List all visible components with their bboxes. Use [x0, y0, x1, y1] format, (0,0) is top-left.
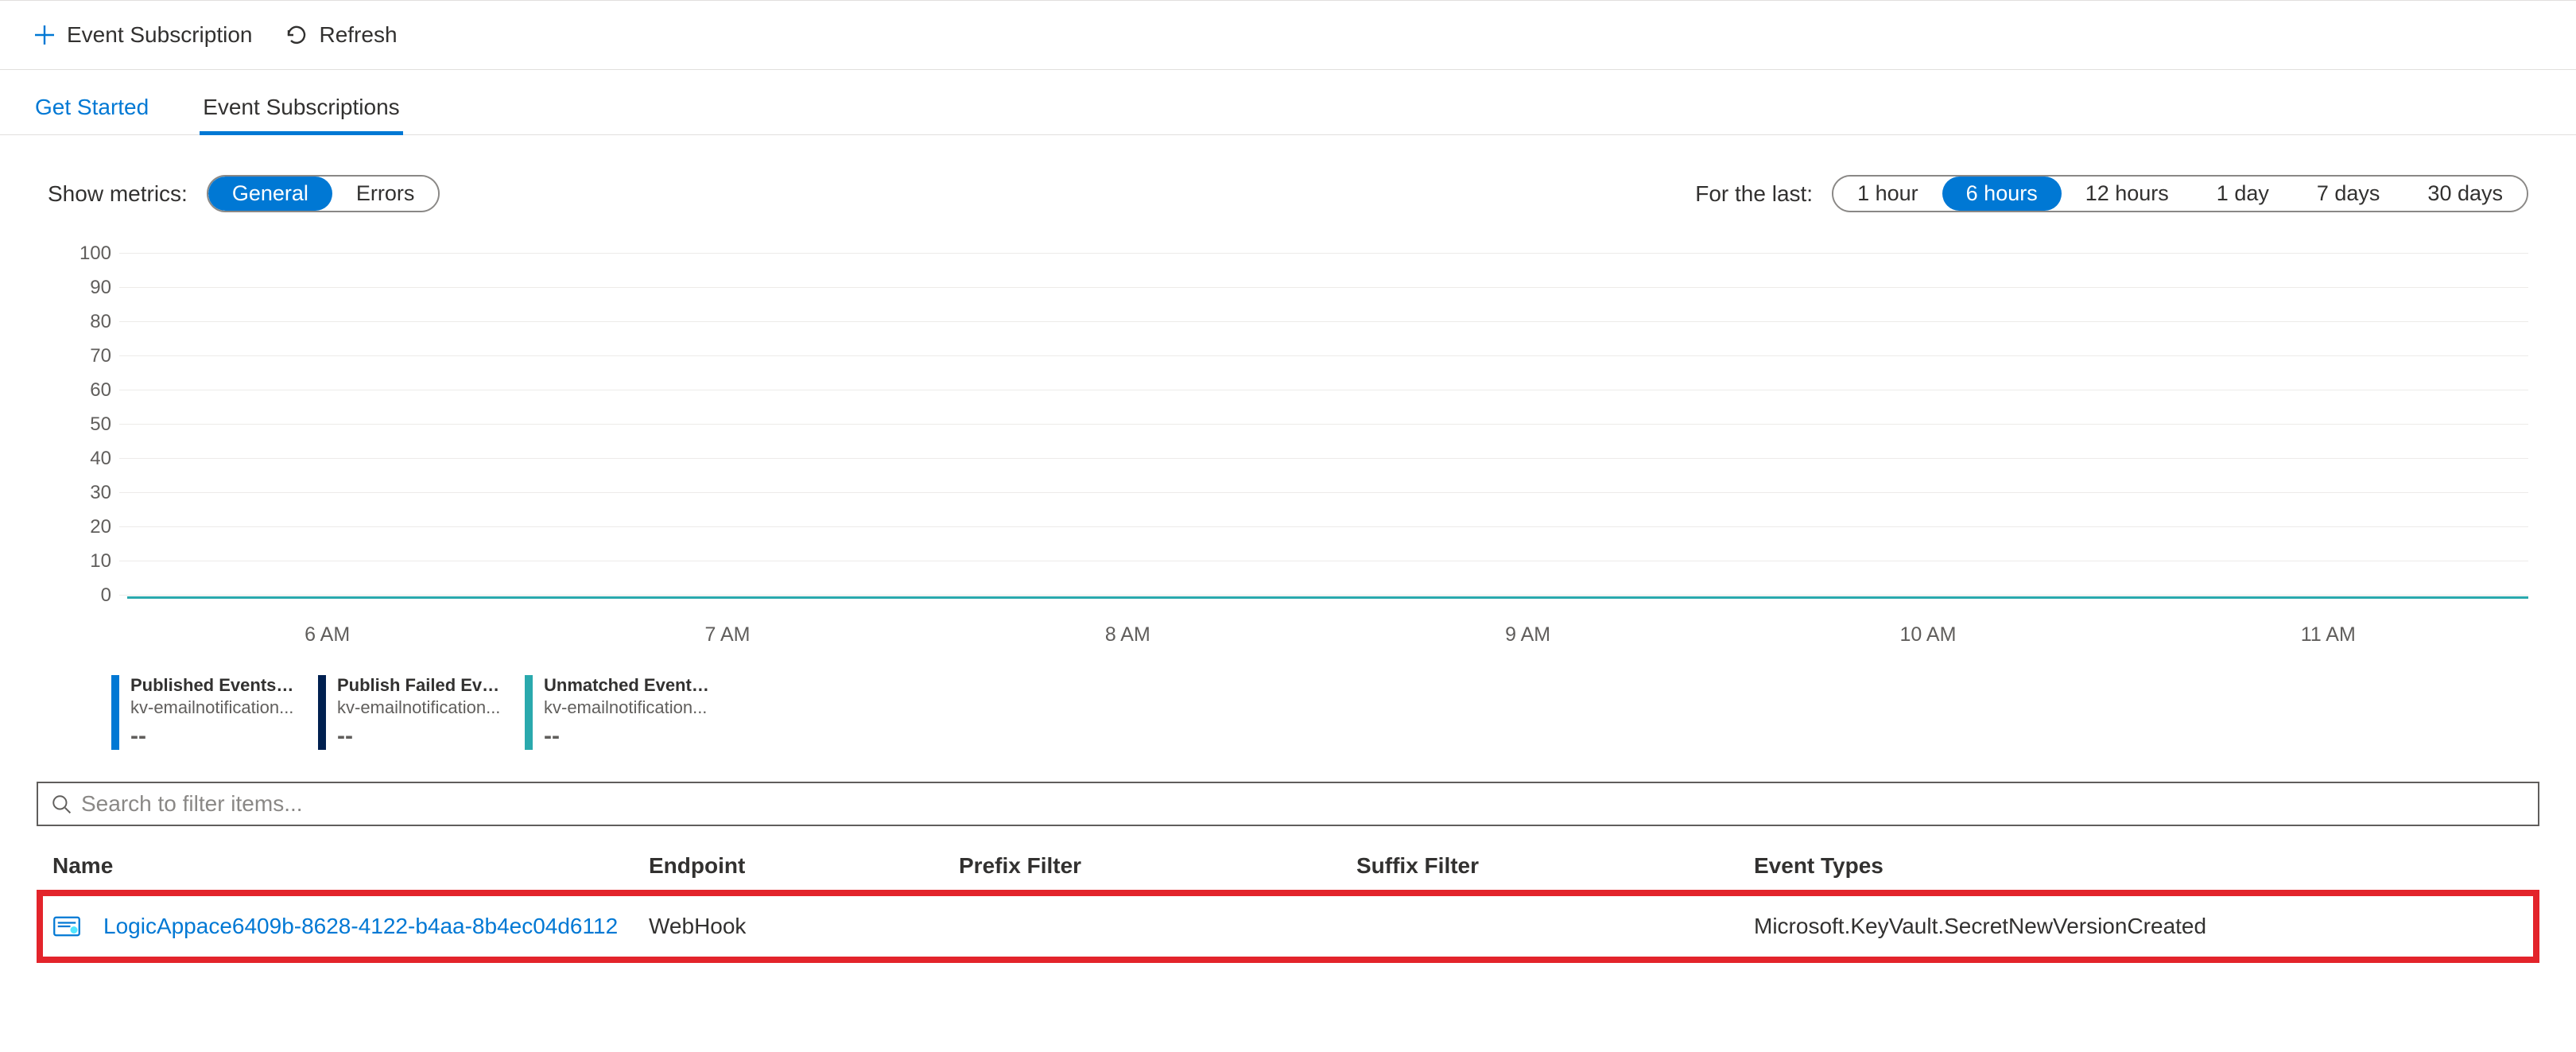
legend-title: Unmatched Events (Sum)	[544, 675, 711, 696]
y-tick: 0	[72, 584, 119, 607]
y-tick: 60	[72, 379, 119, 402]
search-input[interactable]	[81, 791, 2525, 817]
event-subscription-button[interactable]: Event Subscription	[32, 22, 252, 48]
legend-color-bar	[318, 675, 326, 750]
grid-line	[119, 253, 2528, 254]
chart-grid-row: 20	[72, 510, 2528, 544]
legend-title: Published Events (Sum)	[130, 675, 297, 696]
time-option-1-day[interactable]: 1 day	[2193, 177, 2293, 211]
legend-sublabel: kv-emailnotification...	[337, 697, 504, 718]
chart-legend: Published Events (Sum)kv-emailnotificati…	[111, 675, 2528, 750]
metrics-chart: 1009080706050403020100 6 AM7 AM8 AM9 AM1…	[0, 236, 2576, 750]
command-bar: Event Subscription Refresh	[0, 0, 2576, 70]
x-tick: 10 AM	[1728, 623, 2128, 646]
show-metrics-label: Show metrics:	[48, 181, 188, 207]
column-types[interactable]: Event Types	[1754, 853, 2524, 879]
legend-color-bar	[111, 675, 119, 750]
x-tick: 9 AM	[1328, 623, 1728, 646]
y-tick: 40	[72, 448, 119, 470]
event-subscription-icon	[52, 912, 81, 941]
chart-grid-row: 60	[72, 373, 2528, 407]
grid-line	[119, 526, 2528, 527]
x-tick: 8 AM	[928, 623, 1328, 646]
row-endpoint: WebHook	[649, 914, 959, 939]
filter-row: Show metrics: GeneralErrors For the last…	[0, 135, 2576, 236]
chart-grid-row: 0	[72, 578, 2528, 612]
column-prefix[interactable]: Prefix Filter	[959, 853, 1356, 879]
legend-item[interactable]: Published Events (Sum)kv-emailnotificati…	[111, 675, 302, 750]
chart-grid-row: 50	[72, 407, 2528, 441]
column-name[interactable]: Name	[52, 853, 649, 879]
plus-icon	[32, 22, 57, 48]
chart-grid-row: 70	[72, 339, 2528, 373]
search-box[interactable]	[37, 782, 2539, 826]
y-tick: 10	[72, 550, 119, 573]
time-option-12-hours[interactable]: 12 hours	[2062, 177, 2193, 211]
metrics-option-general[interactable]: General	[208, 177, 332, 211]
chart-grid-row: 40	[72, 441, 2528, 476]
grid-line	[119, 287, 2528, 288]
time-option-6-hours[interactable]: 6 hours	[1942, 177, 2062, 211]
grid-line	[119, 355, 2528, 356]
legend-sublabel: kv-emailnotification...	[130, 697, 297, 718]
grid-line	[119, 424, 2528, 425]
chart-data-line	[127, 596, 2528, 599]
search-icon	[51, 794, 72, 814]
legend-value: --	[337, 723, 504, 750]
y-tick: 100	[72, 243, 119, 265]
row-types: Microsoft.KeyVault.SecretNewVersionCreat…	[1754, 914, 2524, 939]
time-option-1-hour[interactable]: 1 hour	[1833, 177, 1942, 211]
chart-grid-row: 10	[72, 544, 2528, 578]
grid-line	[119, 458, 2528, 459]
tab-get-started[interactable]: Get Started	[32, 79, 152, 134]
subscriptions-table: Name Endpoint Prefix Filter Suffix Filte…	[37, 845, 2539, 963]
column-endpoint[interactable]: Endpoint	[649, 853, 959, 879]
for-last-label: For the last:	[1695, 181, 1813, 207]
grid-line	[119, 321, 2528, 322]
chart-plot-area	[127, 596, 2528, 603]
legend-value: --	[544, 723, 711, 750]
tab-bar: Get Started Event Subscriptions	[0, 70, 2576, 135]
metrics-option-errors[interactable]: Errors	[332, 177, 439, 211]
y-tick: 80	[72, 311, 119, 333]
chart-grid-row: 30	[72, 476, 2528, 510]
chart-grid-row: 100	[72, 236, 2528, 270]
legend-color-bar	[525, 675, 533, 750]
y-tick: 50	[72, 413, 119, 436]
highlighted-row: LogicAppace6409b-8628-4122-b4aa-8b4ec04d…	[37, 890, 2539, 963]
row-name-link[interactable]: LogicAppace6409b-8628-4122-b4aa-8b4ec04d…	[103, 914, 618, 939]
refresh-label: Refresh	[319, 22, 397, 48]
legend-title: Publish Failed Event...	[337, 675, 504, 696]
tab-event-subscriptions[interactable]: Event Subscriptions	[200, 79, 402, 134]
y-tick: 70	[72, 345, 119, 367]
chart-x-axis: 6 AM7 AM8 AM9 AM10 AM11 AM	[127, 623, 2528, 646]
x-tick: 11 AM	[2128, 623, 2528, 646]
legend-sublabel: kv-emailnotification...	[544, 697, 711, 718]
legend-value: --	[130, 723, 297, 750]
event-subscription-label: Event Subscription	[67, 22, 252, 48]
search-row	[37, 782, 2539, 826]
x-tick: 7 AM	[527, 623, 927, 646]
column-suffix[interactable]: Suffix Filter	[1356, 853, 1754, 879]
table-row[interactable]: LogicAppace6409b-8628-4122-b4aa-8b4ec04d…	[43, 896, 2533, 957]
x-tick: 6 AM	[127, 623, 527, 646]
time-range-toggle: 1 hour6 hours12 hours1 day7 days30 days	[1832, 175, 2528, 212]
refresh-button[interactable]: Refresh	[284, 22, 397, 48]
time-option-7-days[interactable]: 7 days	[2293, 177, 2404, 211]
chart-grid-row: 90	[72, 270, 2528, 305]
grid-line	[119, 492, 2528, 493]
metrics-toggle: GeneralErrors	[207, 175, 440, 212]
grid-line	[119, 595, 2528, 596]
table-header: Name Endpoint Prefix Filter Suffix Filte…	[37, 845, 2539, 887]
refresh-icon	[284, 22, 309, 48]
y-tick: 30	[72, 482, 119, 504]
legend-item[interactable]: Unmatched Events (Sum)kv-emailnotificati…	[525, 675, 716, 750]
chart-grid-row: 80	[72, 305, 2528, 339]
legend-item[interactable]: Publish Failed Event...kv-emailnotificat…	[318, 675, 509, 750]
y-tick: 90	[72, 277, 119, 299]
y-tick: 20	[72, 516, 119, 538]
time-option-30-days[interactable]: 30 days	[2403, 177, 2527, 211]
